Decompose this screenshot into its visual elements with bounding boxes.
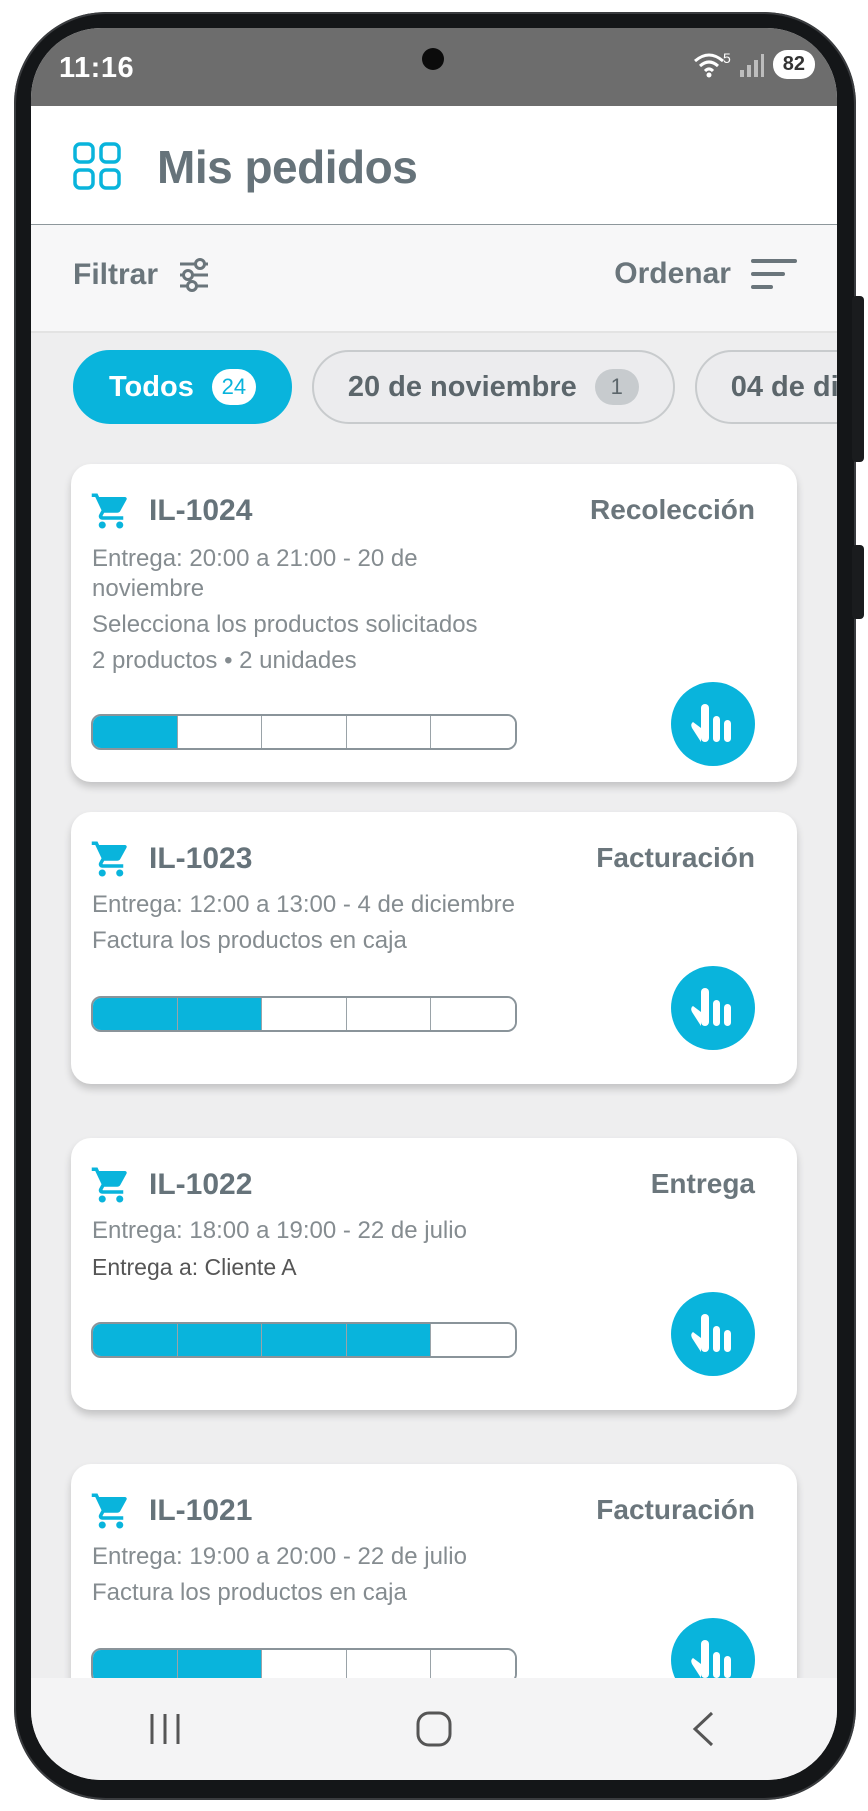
progress-segment: [431, 998, 515, 1030]
chip-20-noviembre[interactable]: 20 de noviembre 1: [311, 350, 675, 424]
order-stage: Recolección: [590, 494, 755, 525]
chip-todos[interactable]: Todos 24: [73, 350, 292, 424]
chip-label: 04 de diciembre: [730, 370, 837, 403]
order-instruction: Factura los productos en caja: [92, 1579, 407, 1606]
order-id: IL-1024: [149, 494, 253, 527]
order-delivery: Entrega: 12:00 a 13:00 - 4 de diciembre: [92, 891, 515, 918]
sort-icon: [751, 259, 797, 289]
order-id: IL-1022: [149, 1168, 253, 1201]
order-action-button[interactable]: [671, 1292, 755, 1376]
back-icon: [692, 1711, 713, 1747]
order-label: Ordenar: [614, 257, 731, 290]
order-progress: [91, 996, 517, 1032]
progress-segment: [346, 998, 432, 1030]
order-button[interactable]: Ordenar: [614, 257, 797, 291]
progress-segment: [93, 1324, 178, 1356]
touch-icon: [691, 988, 731, 1026]
progress-segment: [177, 716, 263, 748]
power-button: [852, 545, 864, 619]
order-card[interactable]: IL-1024 Recolección Entrega: 20:00 a 21:…: [71, 464, 797, 782]
order-stage: Facturación: [596, 842, 755, 873]
back-button[interactable]: [643, 1689, 763, 1769]
order-progress: [91, 714, 517, 750]
date-chips: Todos 24 20 de noviembre 1 04 de diciemb…: [73, 350, 837, 430]
cart-icon: [91, 841, 127, 877]
filter-label: Filtrar: [73, 258, 159, 291]
cart-icon: [91, 493, 127, 529]
order-id: IL-1023: [149, 842, 253, 875]
order-stage: Facturación: [596, 1494, 755, 1525]
touch-icon: [691, 1314, 731, 1352]
home-button[interactable]: [374, 1689, 494, 1769]
progress-segment: [346, 716, 432, 748]
page-title: Mis pedidos: [157, 141, 418, 193]
progress-segment: [346, 1324, 432, 1356]
order-id: IL-1021: [149, 1494, 253, 1527]
order-recipient: Entrega a: Cliente A: [92, 1254, 297, 1280]
screen: 11:16 5 82 Mis pedidos Filtrar Ordenar T…: [31, 28, 837, 1780]
recents-icon: [150, 1714, 180, 1744]
progress-segment: [177, 998, 263, 1030]
status-bar: 11:16 5 82: [31, 28, 837, 106]
order-delivery: Entrega: 19:00 a 20:00 - 22 de julio: [92, 1543, 467, 1570]
progress-segment: [431, 1324, 515, 1356]
filter-sort-bar: Filtrar Ordenar: [31, 225, 837, 333]
chip-04-diciembre[interactable]: 04 de diciembre: [694, 350, 837, 424]
order-delivery: Entrega: 20:00 a 21:00 - 20 de noviembre: [92, 545, 418, 602]
chip-count: 1: [594, 369, 639, 405]
order-delivery: Entrega: 18:00 a 19:00 - 22 de julio: [92, 1217, 467, 1244]
order-card[interactable]: IL-1022 Entrega Entrega: 18:00 a 19:00 -…: [71, 1138, 797, 1410]
order-stage: Entrega: [650, 1168, 755, 1199]
progress-segment: [262, 716, 347, 748]
recents-button[interactable]: [105, 1689, 225, 1769]
touch-icon: [691, 704, 731, 742]
order-card[interactable]: IL-1023 Facturación Entrega: 12:00 a 13:…: [71, 812, 797, 1084]
cart-icon: [91, 1167, 127, 1203]
progress-segment: [177, 1324, 263, 1356]
status-time: 11:16: [59, 52, 135, 84]
home-icon: [416, 1711, 452, 1747]
volume-button: [852, 296, 864, 462]
filter-button[interactable]: Filtrar: [73, 257, 210, 293]
app-header: Mis pedidos: [31, 106, 837, 227]
network-badge: 5: [722, 49, 731, 66]
order-progress: [91, 1322, 517, 1358]
wifi-icon: [693, 53, 724, 77]
order-quantity: 2 productos • 2 unidades: [92, 647, 357, 674]
progress-segment: [93, 716, 178, 748]
order-instruction: Factura los productos en caja: [92, 927, 407, 954]
chip-count: 24: [211, 369, 256, 405]
front-camera: [422, 48, 444, 70]
sliders-icon: [180, 258, 209, 292]
progress-segment: [262, 1324, 347, 1356]
order-instruction: Selecciona los productos solicitados: [92, 611, 478, 638]
order-action-button[interactable]: [671, 682, 755, 766]
progress-segment: [431, 716, 515, 748]
battery-indicator: 82: [772, 50, 815, 79]
signal-icon: [739, 53, 764, 77]
status-icons: 5 82: [693, 50, 815, 79]
progress-segment: [93, 998, 178, 1030]
cart-icon: [91, 1493, 127, 1529]
order-action-button[interactable]: [671, 966, 755, 1050]
grid-icon[interactable]: [73, 142, 121, 190]
chip-label: Todos: [109, 370, 194, 403]
chip-label: 20 de noviembre: [347, 370, 577, 403]
system-nav-bar: [31, 1678, 837, 1780]
progress-segment: [262, 998, 347, 1030]
